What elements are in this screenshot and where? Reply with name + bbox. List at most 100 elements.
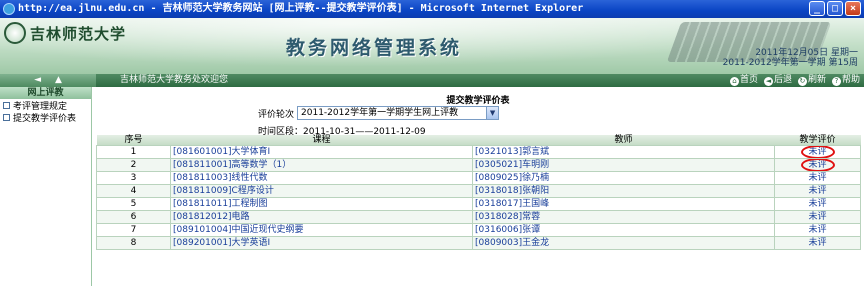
row-no-text: 3 — [130, 173, 137, 183]
course-link[interactable]: [081811001]高等数学（1） — [170, 158, 473, 172]
sidebar-item-submit-evaluation[interactable]: 提交教学评价表 — [0, 111, 91, 124]
row-no: 8 — [96, 236, 171, 250]
course-link[interactable]: [081812012]电路 — [170, 210, 473, 224]
row-no-text: 6 — [130, 212, 137, 222]
col-header-no: 序号 — [96, 135, 171, 146]
chevron-down-icon[interactable]: ▼ — [486, 107, 499, 119]
col-header-teacher: 教师 — [472, 135, 775, 146]
course-link[interactable]: [081601001]大学体育Ⅰ — [170, 145, 473, 159]
sidebar-header[interactable]: 网上评教 — [0, 87, 91, 99]
system-title: 教务网络管理系统 — [286, 37, 463, 59]
evaluate-link[interactable]: 未评 — [774, 171, 861, 185]
course-link-text: [081811009]C程序设计 — [173, 186, 274, 196]
table-row: 1 [081601001]大学体育Ⅰ [0321013]郭言斌 未评 — [96, 145, 861, 159]
teacher-link[interactable]: [0809025]徐乃楠 — [472, 171, 775, 185]
evaluate-link[interactable]: 未评 — [774, 184, 861, 198]
red-circle-annotation — [800, 159, 835, 171]
course-link[interactable]: [089201001]大学英语Ⅰ — [170, 236, 473, 250]
course-link-text: [089101004]中国近现代史纲要 — [173, 225, 304, 235]
back-link[interactable]: ◄ 后退 — [763, 74, 792, 87]
course-link-text: [081811001]高等数学（1） — [173, 160, 292, 170]
row-no: 6 — [96, 210, 171, 224]
col-header-eval: 教学评价 — [774, 135, 861, 146]
evaluate-link-text: 未评 — [808, 186, 827, 196]
row-no-text: 2 — [130, 160, 137, 170]
row-no: 1 — [96, 145, 171, 159]
sidebar: 网上评教 考评管理规定 提交教学评价表 — [0, 87, 92, 286]
page-icon — [3, 113, 10, 121]
window-title: http://ea.jlnu.edu.cn - 吉林师范大学教务网站 [网上评教… — [18, 3, 584, 14]
row-no: 2 — [96, 158, 171, 172]
row-no-text: 4 — [130, 186, 137, 196]
teacher-link[interactable]: [0318028]常蓉 — [472, 210, 775, 224]
table-row: 4 [081811009]C程序设计 [0318018]张朝阳 未评 — [96, 184, 861, 198]
sidebar-toggle: ◄ ▲ — [0, 74, 96, 87]
teacher-link-text: [0321013]郭言斌 — [475, 147, 550, 157]
teacher-link[interactable]: [0318017]王国峰 — [472, 197, 775, 211]
evaluate-link[interactable]: 未评 — [774, 145, 861, 159]
row-no-text: 8 — [130, 238, 137, 248]
evaluate-link-text: 未评 — [808, 238, 827, 248]
teacher-link[interactable]: [0316006]张谭 — [472, 223, 775, 237]
refresh-icon: ↻ — [797, 77, 807, 86]
page-icon — [3, 101, 10, 109]
evaluate-link-text: 未评 — [808, 225, 827, 235]
minimize-button[interactable]: _ — [809, 1, 825, 16]
teacher-link[interactable]: [0809003]王金龙 — [472, 236, 775, 250]
window-titlebar: http://ea.jlnu.edu.cn - 吉林师范大学教务网站 [网上评教… — [0, 0, 864, 18]
close-button[interactable]: × — [845, 1, 861, 16]
table-row: 8 [089201001]大学英语Ⅰ [0809003]王金龙 未评 — [96, 236, 861, 250]
course-link[interactable]: [081811003]线性代数 — [170, 171, 473, 185]
round-select-value: 2011-2012学年第一学期学生网上评教 — [301, 108, 459, 118]
home-icon: ⌂ — [729, 77, 739, 86]
help-icon: ? — [831, 77, 841, 86]
table-row: 7 [089101004]中国近现代史纲要 [0316006]张谭 未评 — [96, 223, 861, 237]
sidebar-item-rules[interactable]: 考评管理规定 — [0, 99, 91, 112]
university-seal-icon — [4, 22, 26, 44]
teacher-link-text: [0318028]常蓉 — [475, 212, 541, 222]
maximize-button[interactable]: □ — [827, 1, 843, 16]
page-title: 提交教学评价表 — [446, 96, 510, 106]
course-link-text: [089201001]大学英语Ⅰ — [173, 238, 271, 248]
evaluate-link[interactable]: 未评 — [774, 197, 861, 211]
collapse-up-icon[interactable]: ▲ — [55, 74, 62, 87]
help-link[interactable]: ? 帮助 — [831, 74, 860, 87]
row-no-text: 5 — [130, 199, 137, 209]
teacher-link-text: [0809025]徐乃楠 — [475, 173, 550, 183]
university-logo: 吉林师范大学 — [4, 22, 126, 44]
row-no: 4 — [96, 184, 171, 198]
teacher-link-text: [0318017]王国峰 — [475, 199, 550, 209]
home-link[interactable]: ⌂ 首页 — [729, 74, 758, 87]
course-link[interactable]: [089101004]中国近现代史纲要 — [170, 223, 473, 237]
evaluate-link[interactable]: 未评 — [774, 236, 861, 250]
evaluate-link-text: 未评 — [808, 212, 827, 222]
table-row: 6 [081812012]电路 [0318028]常蓉 未评 — [96, 210, 861, 224]
evaluate-link[interactable]: 未评 — [774, 223, 861, 237]
evaluate-link[interactable]: 未评 — [774, 210, 861, 224]
nav-links: ⌂ 首页 ◄ 后退 ↻ 刷新 ? 帮助 — [729, 74, 860, 87]
refresh-link[interactable]: ↻ 刷新 — [797, 74, 826, 87]
teacher-link[interactable]: [0318018]张朝阳 — [472, 184, 775, 198]
course-link-text: [081811011]工程制图 — [173, 199, 268, 209]
row-no-text: 1 — [130, 147, 137, 157]
teacher-link[interactable]: [0321013]郭言斌 — [472, 145, 775, 159]
collapse-left-icon[interactable]: ◄ — [34, 74, 41, 87]
teacher-link-text: [0809003]王金龙 — [475, 238, 550, 248]
teacher-link[interactable]: [0305021]车明刚 — [472, 158, 775, 172]
table-row: 5 [081811011]工程制图 [0318017]王国峰 未评 — [96, 197, 861, 211]
round-select[interactable]: 2011-2012学年第一学期学生网上评教 ▼ — [297, 106, 500, 120]
university-name: 吉林师范大学 — [30, 24, 127, 43]
date-block: 2011年12月05日 星期一 2011-2012学年第一学期 第15周 — [723, 48, 858, 68]
row-no: 5 — [96, 197, 171, 211]
course-link[interactable]: [081811009]C程序设计 — [170, 184, 473, 198]
row-no: 3 — [96, 171, 171, 185]
course-link[interactable]: [081811011]工程制图 — [170, 197, 473, 211]
date-line: 2011年12月05日 星期一 — [755, 48, 858, 58]
course-link-text: [081812012]电路 — [173, 212, 250, 222]
course-link-text: [081811003]线性代数 — [173, 173, 268, 183]
row-no: 7 — [96, 223, 171, 237]
site-banner: 吉林师范大学 教务网络管理系统 2011年12月05日 星期一 2011-201… — [0, 18, 864, 74]
evaluate-link[interactable]: 未评 — [774, 158, 861, 172]
teacher-link-text: [0318018]张朝阳 — [475, 186, 550, 196]
evaluation-table: 序号 课程 教师 教学评价 1 [081601001]大学体育Ⅰ [0321013]… — [96, 135, 861, 250]
